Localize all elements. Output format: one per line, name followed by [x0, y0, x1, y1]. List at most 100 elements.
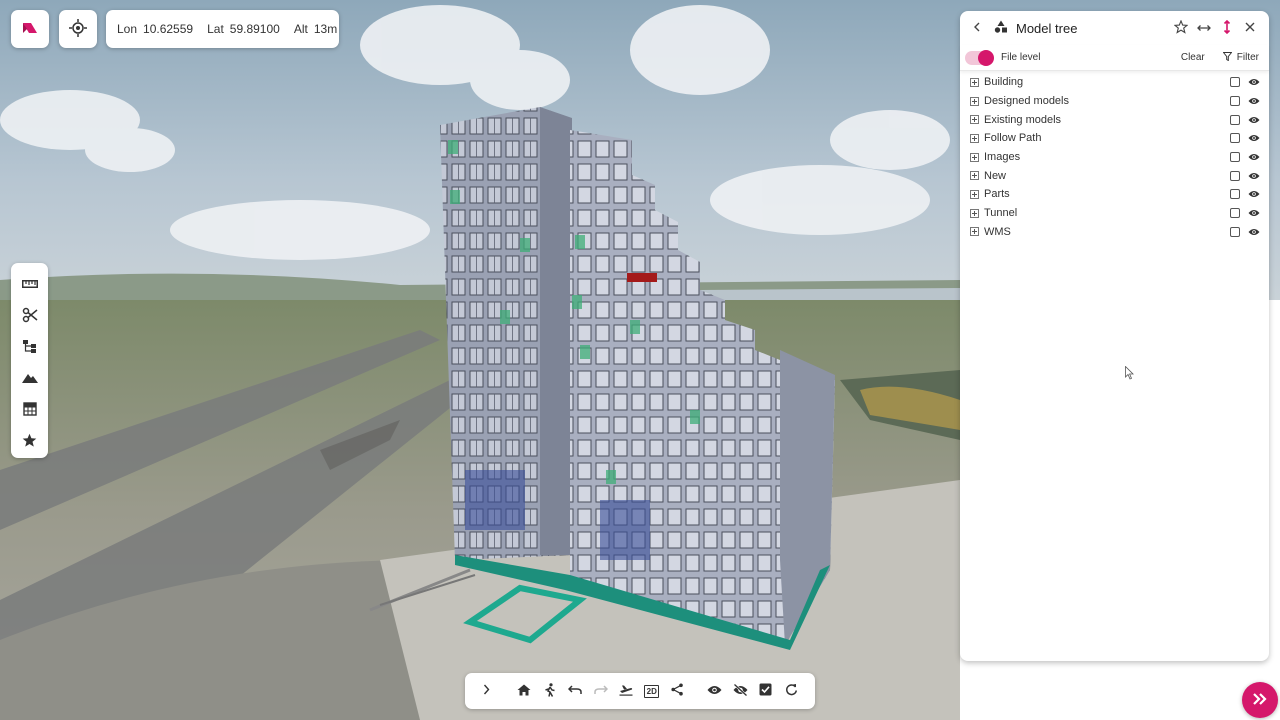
eye-icon[interactable]	[1248, 75, 1260, 89]
back-button[interactable]	[966, 17, 988, 39]
panel-title: Model tree	[1016, 20, 1078, 36]
lat-value: 59.89100	[229, 22, 280, 36]
filter-icon	[1222, 51, 1233, 64]
flight-button[interactable]	[614, 677, 640, 705]
tree-icon	[994, 20, 1008, 36]
horizontal-resize-icon	[1197, 21, 1211, 35]
tree-item-label: Parts	[984, 188, 1010, 201]
lat-label: Lat	[207, 22, 224, 36]
select-checkbox[interactable]	[1230, 208, 1240, 219]
vertical-resize-button[interactable]	[1216, 17, 1238, 39]
undo-icon	[568, 684, 582, 698]
horizontal-resize-button[interactable]	[1193, 17, 1215, 39]
tree-item-follow-path[interactable]: Follow Path	[960, 129, 1269, 148]
tree-item-label: Follow Path	[984, 132, 1042, 145]
expand-icon[interactable]	[970, 133, 979, 143]
select-checkbox[interactable]	[1230, 114, 1240, 125]
measure-tool-button[interactable]	[15, 269, 45, 301]
mountain-icon	[21, 372, 38, 386]
home-button[interactable]	[512, 677, 538, 705]
clipping-tool-button[interactable]	[15, 301, 45, 333]
close-icon	[1245, 21, 1255, 35]
file-level-toggle[interactable]	[965, 49, 994, 66]
tree-item-label: Tunnel	[984, 207, 1018, 220]
expand-icon[interactable]	[970, 171, 979, 181]
model-tree-tool-button[interactable]	[15, 332, 45, 364]
double-chevron-right-icon	[1252, 692, 1268, 708]
watermark: novorender	[975, 664, 1181, 704]
terrain-tool-button[interactable]	[15, 364, 45, 396]
select-checkbox[interactable]	[1230, 189, 1240, 200]
favorite-panel-button[interactable]	[1170, 17, 1192, 39]
refresh-icon	[785, 683, 798, 699]
back-icon	[973, 21, 981, 35]
eye-icon[interactable]	[1248, 169, 1260, 183]
clear-button[interactable]: Clear	[1181, 52, 1205, 63]
select-checkbox[interactable]	[1230, 170, 1240, 181]
hide-selected-button[interactable]	[728, 677, 754, 705]
redo-button[interactable]	[588, 677, 614, 705]
tree-item-images[interactable]: Images	[960, 148, 1269, 167]
eye-icon[interactable]	[1248, 187, 1260, 201]
brand-menu-button[interactable]	[11, 10, 49, 48]
filter-button[interactable]: Filter	[1222, 51, 1259, 64]
star-outline-icon	[1173, 18, 1189, 37]
expand-icon[interactable]	[970, 189, 979, 199]
eye-icon[interactable]	[1248, 206, 1260, 220]
locate-button[interactable]	[59, 10, 97, 48]
lon-label: Lon	[117, 22, 138, 36]
grid-icon	[22, 402, 37, 419]
eye-icon[interactable]	[1248, 131, 1260, 145]
reset-button[interactable]	[779, 677, 805, 705]
scissors-icon	[22, 307, 38, 326]
walk-button[interactable]	[537, 677, 563, 705]
2d-mode-button[interactable]: 2D	[639, 677, 665, 705]
share-icon	[671, 683, 684, 699]
eye-icon	[707, 684, 722, 698]
eye-icon[interactable]	[1248, 150, 1260, 164]
tree-item-parts[interactable]: Parts	[960, 185, 1269, 204]
redo-icon	[594, 684, 608, 698]
eye-off-icon	[733, 683, 748, 699]
favorites-tool-button[interactable]	[15, 427, 45, 459]
expand-icon[interactable]	[970, 152, 979, 162]
select-checkbox[interactable]	[1230, 133, 1240, 144]
select-checkbox[interactable]	[1230, 96, 1240, 107]
eye-icon[interactable]	[1248, 94, 1260, 108]
coordinate-readout: Lon 10.62559 Lat 59.89100 Alt 13m	[106, 10, 339, 48]
tree-item-new[interactable]: New	[960, 166, 1269, 185]
show-all-button[interactable]	[702, 677, 728, 705]
undo-button[interactable]	[563, 677, 589, 705]
select-checkbox[interactable]	[1230, 77, 1240, 88]
tree-item-designed-models[interactable]: Designed models	[960, 92, 1269, 111]
expand-icon[interactable]	[970, 227, 979, 237]
eye-icon[interactable]	[1248, 225, 1260, 239]
select-checkbox[interactable]	[1230, 226, 1240, 237]
left-toolbar	[11, 263, 48, 458]
expand-icon[interactable]	[970, 77, 979, 87]
expand-widgets-button[interactable]	[1242, 682, 1278, 718]
home-icon	[517, 684, 531, 699]
tree-item-existing-models[interactable]: Existing models	[960, 110, 1269, 129]
expand-icon[interactable]	[970, 208, 979, 218]
share-button[interactable]	[665, 677, 691, 705]
2d-icon: 2D	[644, 684, 660, 698]
eye-icon[interactable]	[1248, 113, 1260, 127]
panel-header: Model tree	[960, 11, 1269, 45]
expand-toolbar-button[interactable]	[474, 677, 500, 705]
select-checkbox[interactable]	[1230, 152, 1240, 163]
lon-value: 10.62559	[143, 22, 194, 36]
close-panel-button[interactable]	[1239, 17, 1261, 39]
expand-icon[interactable]	[970, 115, 979, 125]
tree-item-building[interactable]: Building	[960, 73, 1269, 92]
ruler-icon	[21, 278, 38, 292]
hierarchy-icon	[22, 339, 38, 356]
chevron-right-icon	[483, 684, 490, 698]
tree-item-tunnel[interactable]: Tunnel	[960, 204, 1269, 223]
plane-icon	[619, 684, 633, 699]
expand-icon[interactable]	[970, 96, 979, 106]
tree-item-wms[interactable]: WMS	[960, 223, 1269, 242]
novorender-logo-icon	[22, 22, 38, 37]
select-mode-button[interactable]	[753, 677, 779, 705]
grid-tool-button[interactable]	[15, 395, 45, 427]
